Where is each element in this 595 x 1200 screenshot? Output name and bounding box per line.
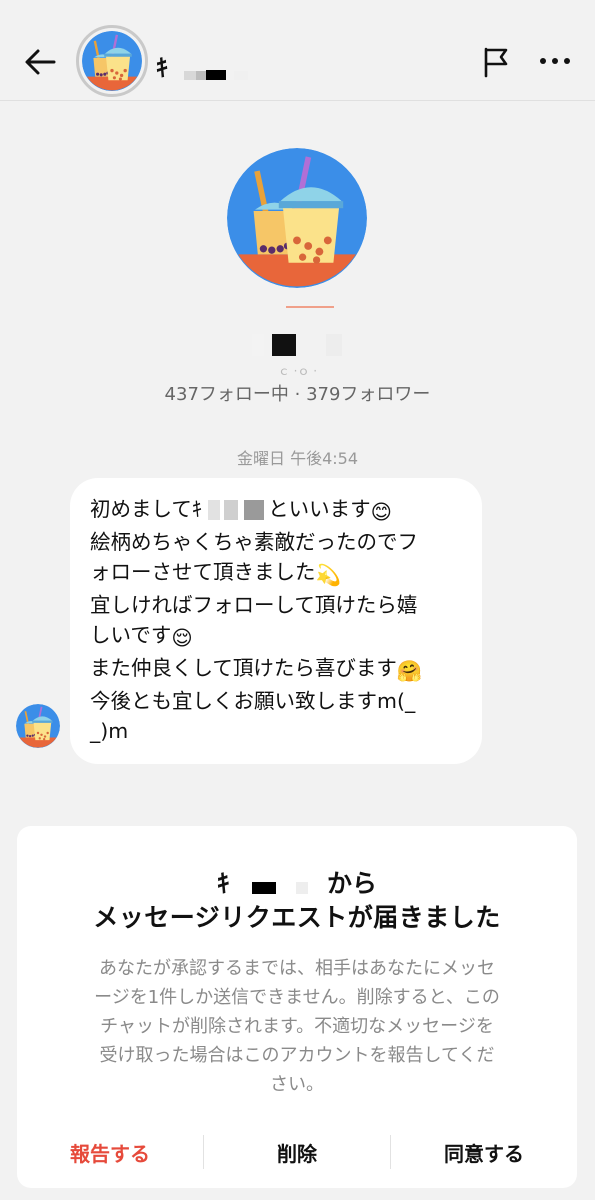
chat-header: ｷ (0, 0, 595, 101)
message-line: また仲良くして頂けたら喜びます🤗 (90, 653, 462, 686)
message-line: 初めましてｷ といいます😊 (90, 494, 462, 527)
dizzy-emoji-icon: 💫 (315, 563, 342, 587)
redacted-block (252, 882, 309, 894)
message-text: といいます (268, 497, 371, 521)
description-line: さい。 (270, 1074, 324, 1095)
message-request-card: ｷ から メッセージリクエストが届きました あなたが承認するまでは、相手はあなた… (17, 826, 577, 1188)
profile-avatar[interactable] (227, 148, 367, 288)
redacted-block (208, 500, 265, 520)
profile-name (0, 330, 595, 360)
request-description: あなたが承認するまでは、相手はあなたにメッセ ージを1件しか送信できません。削除… (57, 954, 537, 1099)
redacted-block (184, 70, 249, 80)
title-text: から (326, 869, 377, 898)
smiling-face-emoji-icon: 😊 (370, 500, 393, 524)
message-bubble[interactable]: 初めましてｷ といいます😊 絵柄めちゃくちゃ素敵だったのでフ ォローさせて頂きまし… (70, 478, 482, 764)
avatar (82, 31, 142, 91)
report-flag-button[interactable] (480, 44, 514, 80)
username-initial: ｷ (156, 54, 168, 82)
profile-subtitle: ｃ ·ｏ · (277, 364, 318, 378)
accept-button[interactable]: 同意する (391, 1138, 577, 1167)
report-button[interactable]: 報告する (17, 1138, 203, 1167)
message-text: しいです (90, 623, 172, 647)
header-avatar[interactable] (76, 25, 148, 97)
request-title-sender: ｷ から (17, 864, 577, 900)
sender-avatar[interactable] (16, 704, 60, 748)
message-line: しいです😌 (90, 620, 462, 653)
message-line: ォローさせて頂きました💫 (90, 557, 462, 590)
profile-accent-line (286, 306, 334, 308)
message-line: _)m (90, 719, 129, 743)
message-line: 今後とも宜しくお願い致しますm(_ (90, 689, 416, 713)
request-title: メッセージリクエストが届きました (93, 903, 501, 932)
title-text: ｷ (217, 869, 230, 898)
description-line: チャットが削除されます。不適切なメッセージを (100, 1016, 494, 1037)
hugging-face-emoji-icon: 🤗 (396, 659, 423, 683)
message-line: 宜しければフォローして頂けたら嬉 (90, 593, 418, 617)
more-horizontal-icon (540, 58, 570, 64)
more-options-button[interactable] (538, 50, 572, 72)
redacted-block (251, 334, 342, 356)
flag-icon (484, 47, 508, 78)
relieved-face-emoji-icon: 😌 (171, 626, 193, 650)
message-text: 初めまして (90, 497, 192, 521)
arrow-left-icon (25, 49, 56, 75)
request-actions: 報告する 削除 同意する (17, 1132, 577, 1172)
message-line: 絵柄めちゃくちゃ素敵だったのでフ (90, 530, 418, 554)
delete-button[interactable]: 削除 (204, 1138, 390, 1167)
header-username[interactable]: ｷ (156, 48, 258, 83)
message-timestamp: 金曜日 午後4:54 (236, 449, 359, 468)
description-line: 受け取った場合はこのアカウントを報告してくだ (99, 1045, 495, 1066)
message-text: ｷ (191, 497, 203, 521)
message-text: また仲良くして頂けたら喜びます (90, 656, 397, 680)
message-text: ォローさせて頂きました (90, 560, 316, 584)
description-line: あなたが承認するまでは、相手はあなたにメッセ (99, 958, 495, 979)
description-line: ージを1件しか送信できません。削除すると、この (94, 987, 500, 1008)
back-button[interactable] (22, 44, 58, 80)
profile-stats[interactable]: 437フォロー中 · 379フォロワー (0, 380, 595, 406)
